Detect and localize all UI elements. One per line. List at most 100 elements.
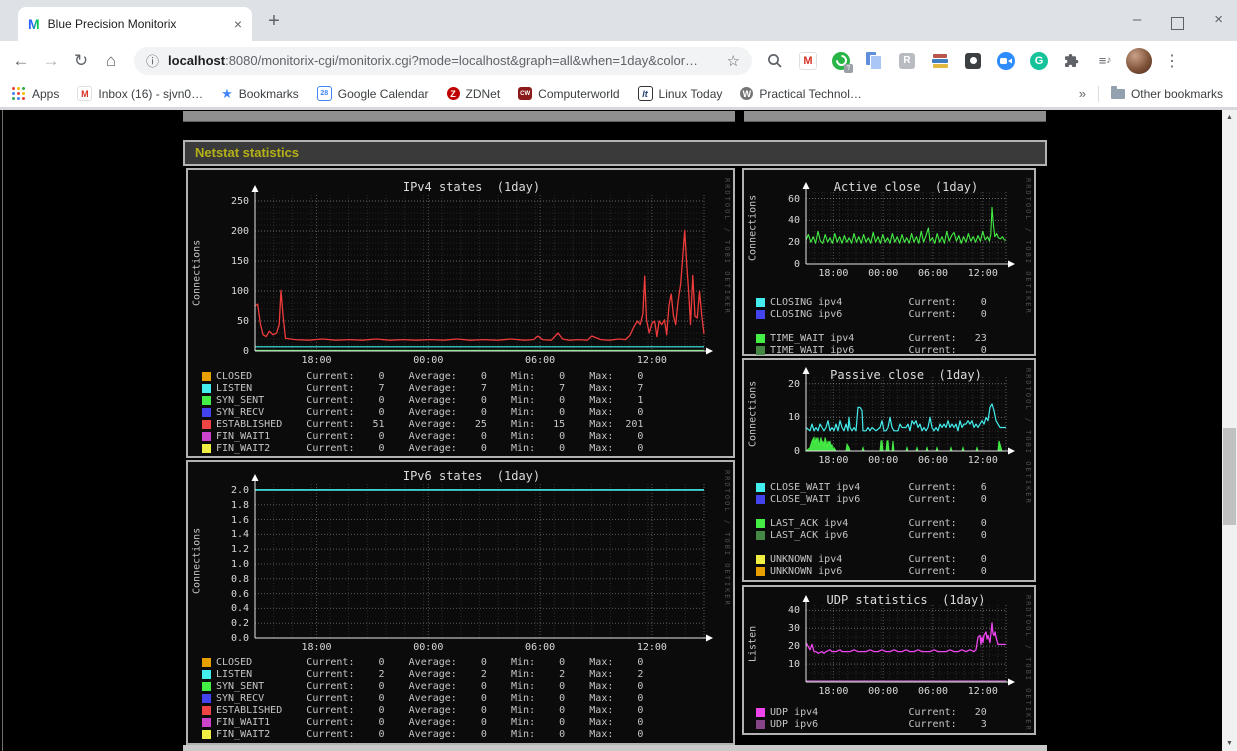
legend-row: FIN_WAIT2 Current: 0 Average: 0 Min: 0 M… — [202, 728, 643, 740]
home-icon[interactable]: ⌂ — [96, 51, 126, 71]
y-tick-label: 0 — [793, 259, 800, 270]
chart-panel-udp-statistics: UDP statistics (1day) Listen 10 20 30 40 18:… — [742, 585, 1036, 735]
y-tick-label: 1.6 — [230, 514, 249, 526]
grammarly-icon[interactable]: G — [1028, 50, 1050, 72]
x-tick-label: 06:00 — [917, 268, 949, 279]
books-icon[interactable] — [929, 50, 951, 72]
rrdtool-watermark: RRDTOOL / TOBI OETIKER — [1024, 595, 1032, 732]
other-bookmarks[interactable]: Other bookmarks — [1110, 85, 1223, 101]
section-title: Netstat statistics — [183, 140, 1047, 166]
bookmark-zdnet[interactable]: Z ZDNet — [446, 87, 500, 101]
legend-text: ESTABLISHED Current: 51 Average: 25 Min:… — [216, 418, 644, 430]
tab-close-icon[interactable]: × — [234, 16, 242, 32]
rrdtool-watermark: RRDTOOL / TOBI OETIKER — [723, 178, 731, 315]
bookmark-label: Google Calendar — [337, 86, 429, 101]
address-bar[interactable]: ⓘ localhost:8080/monitorix-cgi/monitorix… — [134, 46, 752, 75]
new-tab-button[interactable]: + — [262, 10, 286, 34]
y-tick-label: 0.8 — [230, 573, 249, 585]
pages-icon[interactable] — [863, 50, 885, 72]
y-tick-label: 60 — [787, 193, 800, 205]
apps-shortcut[interactable]: Apps — [12, 86, 60, 101]
chart-panel-ipv6-states: IPv6 states (1day) Connections 0.0 0.2 0.4… — [186, 460, 735, 745]
bookmark-bookmarks[interactable]: ★ Bookmarks — [221, 86, 299, 102]
lamp-icon[interactable] — [962, 50, 984, 72]
forward-icon[interactable]: → — [36, 51, 66, 71]
x-tick-label: 18:00 — [301, 642, 332, 653]
bookmark-google-calendar[interactable]: 28 Google Calendar — [316, 86, 429, 101]
bookmark-practical-technology[interactable]: W Practical Technol… — [740, 87, 862, 101]
x-tick-label: 00:00 — [868, 686, 899, 697]
scrollbar-down-icon[interactable]: ▼ — [1222, 736, 1237, 751]
plot-area[interactable]: 0 20 40 60 18:00 00:00 06:00 12:00 — [788, 182, 1015, 279]
reload-icon[interactable]: ↻ — [66, 51, 96, 71]
plot-area[interactable]: 10 20 30 40 18:00 00:00 06:00 12:00 — [788, 595, 1015, 697]
zoom-camera-icon[interactable] — [995, 50, 1017, 72]
legend-text: LAST_ACK ipv6 Current: 0 — [770, 529, 987, 541]
legend-swatch — [756, 297, 765, 307]
phone-icon[interactable]: ? — [830, 50, 853, 73]
rrdtool-watermark: RRDTOOL / TOBI OETIKER — [723, 470, 731, 607]
browser-menu-icon[interactable]: ⋮ — [1164, 51, 1180, 71]
legend-text: CLOSED Current: 0 Average: 0 Min: 0 Max:… — [216, 370, 644, 382]
legend-gap — [756, 541, 987, 553]
bookmarks-overflow-icon[interactable]: » — [1079, 86, 1086, 101]
y-tick-label: 20 — [787, 641, 800, 653]
legend-row: SYN_RECV Current: 0 Average: 0 Min: 0 Ma… — [202, 692, 643, 704]
legend-swatch — [202, 717, 211, 727]
bookmark-label: Practical Technol… — [759, 86, 862, 101]
plot-area[interactable]: 0 50 100 150 200 250 18:00 00:00 06:00 12:00 — [231, 185, 713, 366]
y-tick-label: 20 — [787, 237, 800, 249]
gmail-icon[interactable]: M — [797, 50, 819, 72]
legend-text: FIN_WAIT1 Current: 0 Average: 0 Min: 0 M… — [216, 716, 644, 728]
legend-swatch — [756, 566, 765, 576]
rrdtool-watermark: RRDTOOL / TOBI OETIKER — [1024, 368, 1032, 505]
x-tick-label: 00:00 — [868, 455, 899, 466]
scrollbar-up-icon[interactable]: ▲ — [1222, 110, 1237, 125]
y-tick-label: 50 — [236, 316, 249, 327]
bookmark-linux-today[interactable]: lt Linux Today — [637, 86, 722, 101]
plot-area[interactable]: 0 10 20 18:00 00:00 06:00 12:00 — [788, 367, 1015, 466]
legend-row: UNKNOWN ipv4 Current: 0 — [756, 553, 987, 565]
bookmark-computerworld[interactable]: CW Computerworld — [518, 87, 620, 101]
scrollbar-thumb[interactable] — [1223, 428, 1236, 525]
bookmark-label: Apps — [32, 86, 60, 101]
question-badge: ? — [844, 63, 853, 73]
y-tick-label: 30 — [787, 623, 800, 635]
browser-tab[interactable]: M Blue Precision Monitorix × — [18, 7, 252, 41]
x-tick-label: 06:00 — [525, 642, 556, 653]
legend-swatch — [756, 309, 765, 319]
y-tick-label: 0.0 — [230, 633, 249, 644]
search-icon[interactable] — [764, 50, 786, 72]
legend-swatch — [202, 395, 211, 405]
bookmark-inbox[interactable]: M Inbox (16) - sjvn0… — [77, 86, 203, 101]
legend-swatch — [202, 407, 211, 417]
extensions-puzzle-icon[interactable] — [1061, 50, 1083, 72]
wordpress-icon: W — [740, 87, 754, 100]
window-controls: – × — [1133, 8, 1223, 32]
page-info-icon[interactable]: ⓘ — [146, 51, 159, 70]
chart-legend: UDP ipv4 Current: 20 UDP ipv6 Current: 3 — [756, 706, 987, 730]
linuxtoday-icon: lt — [637, 86, 653, 101]
back-icon[interactable]: ← — [6, 51, 36, 71]
profile-avatar[interactable] — [1126, 47, 1152, 74]
y-tick-label: 1.4 — [230, 529, 249, 541]
vertical-scrollbar[interactable]: ▲ ▼ — [1222, 110, 1237, 751]
previous-section-edge — [183, 111, 735, 122]
legend-swatch — [756, 554, 765, 564]
legend-swatch — [202, 371, 211, 381]
legend-text: ESTABLISHED Current: 0 Average: 0 Min: 0… — [216, 704, 644, 716]
close-window-icon[interactable]: × — [1214, 8, 1223, 32]
y-tick-label: 0 — [242, 346, 249, 357]
r-extension-icon[interactable]: R — [896, 50, 918, 72]
maximize-icon[interactable] — [1171, 16, 1185, 30]
plot-area[interactable]: 0.0 0.2 0.4 0.6 0.8 1.0 1.2 1.4 1.6 1.8 2.0 18:00 00… — [231, 474, 713, 653]
legend-swatch — [202, 657, 211, 667]
playlist-icon[interactable]: ≡ ♪ — [1094, 50, 1116, 72]
legend-row: FIN_WAIT1 Current: 0 Average: 0 Min: 0 M… — [202, 716, 643, 728]
chart-panel-passive-close: Passive close (1day) Connections 0 10 20 18… — [742, 358, 1036, 582]
legend-row: CLOSE_WAIT ipv6 Current: 0 — [756, 493, 987, 505]
next-section-edge — [183, 745, 1047, 751]
bookmark-star-icon[interactable]: ☆ — [727, 52, 740, 70]
minimize-icon[interactable]: – — [1133, 8, 1141, 32]
legend-swatch — [756, 719, 765, 729]
